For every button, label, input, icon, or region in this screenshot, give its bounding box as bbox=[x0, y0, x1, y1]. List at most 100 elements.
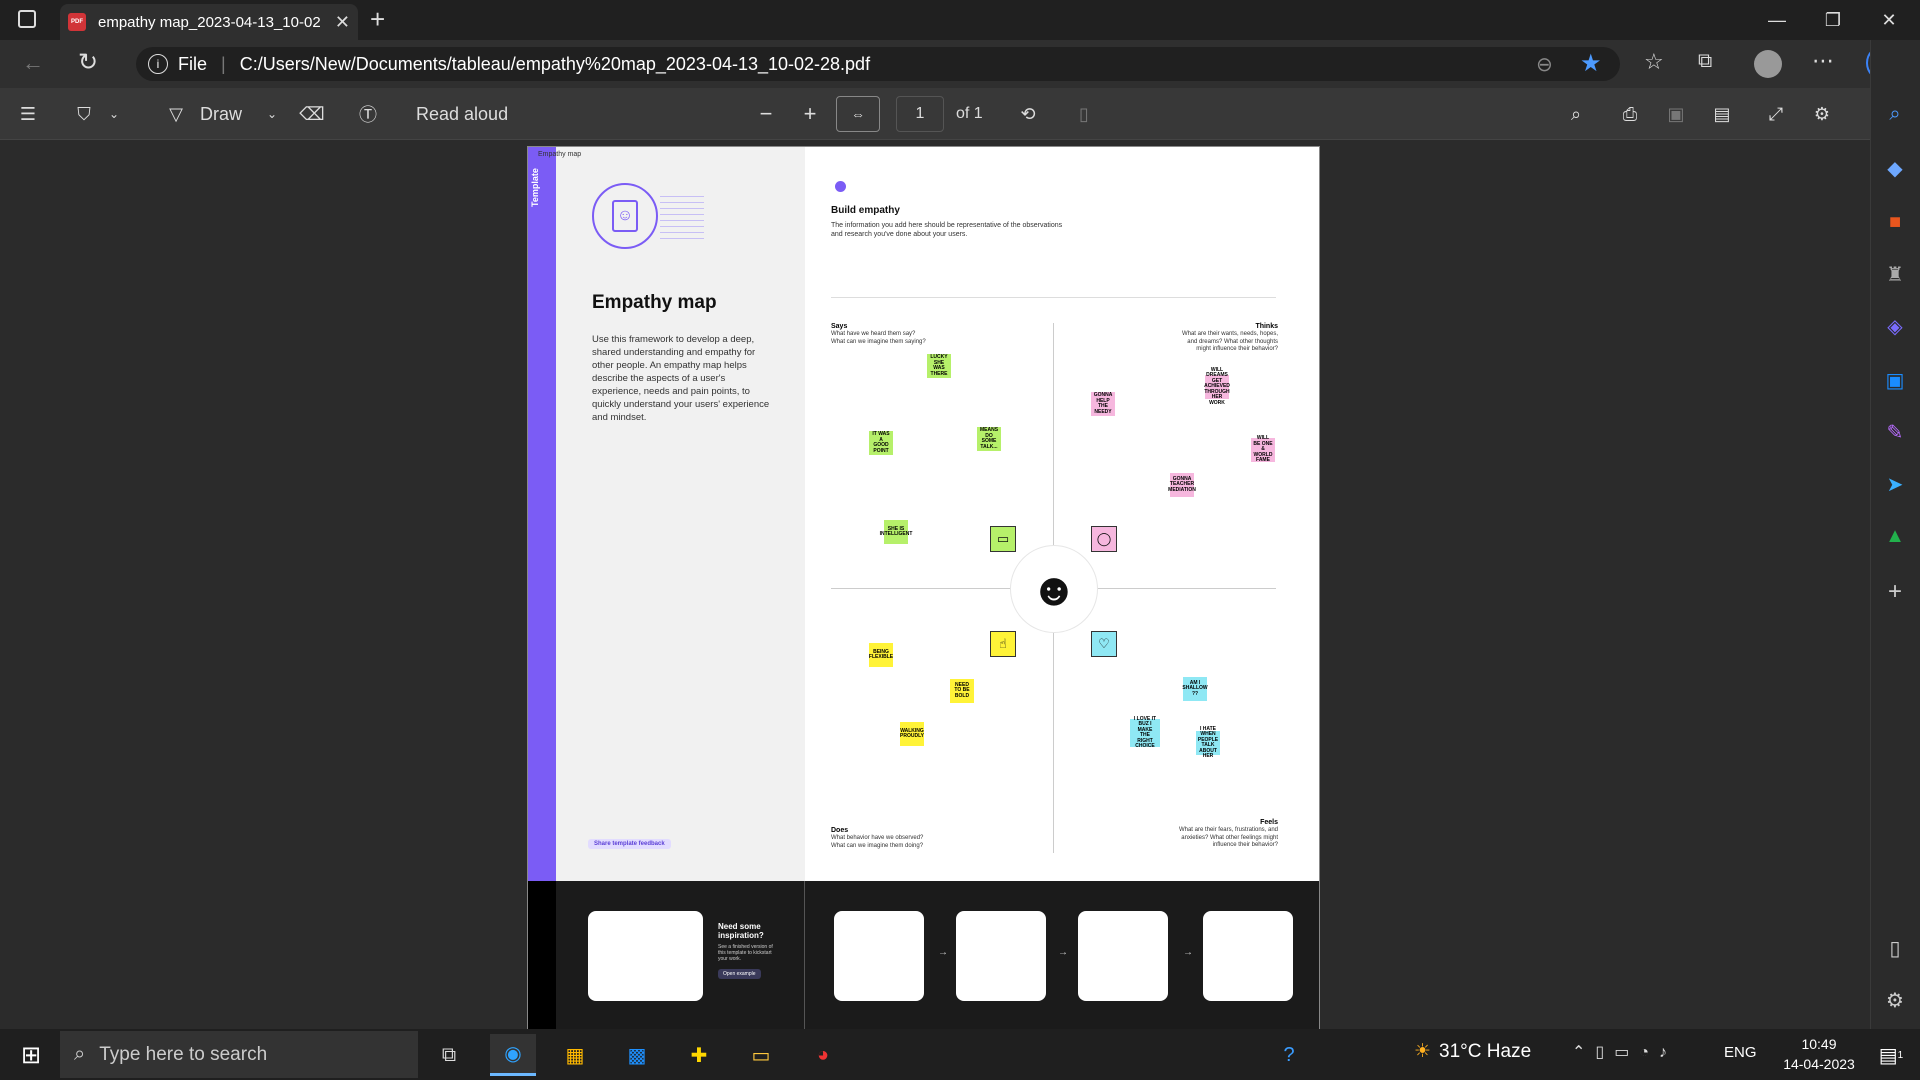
more-menu-icon[interactable]: ⋯ bbox=[1812, 48, 1834, 74]
sidebar-hide-icon[interactable]: ▯ bbox=[1870, 928, 1920, 968]
arrow-icon: → bbox=[938, 947, 948, 958]
taskbar-search[interactable]: ⌕ Type here to search bbox=[60, 1031, 418, 1078]
close-window-icon[interactable]: ✕ bbox=[1862, 0, 1916, 40]
page-description: Use this framework to develop a deep, sh… bbox=[592, 334, 770, 423]
read-aloud-button[interactable]: Read aloud bbox=[416, 100, 508, 128]
chrome-icon[interactable]: ◕ bbox=[800, 1034, 846, 1076]
draw-icon[interactable]: ▽ bbox=[164, 100, 188, 128]
sidebar-designer-icon[interactable]: ✎ bbox=[1870, 412, 1920, 452]
rotate-icon[interactable]: ⟲ bbox=[1014, 100, 1042, 128]
sticky-note: MEANS DO SOME TALK... bbox=[977, 427, 1001, 451]
address-field[interactable]: i File | C:/Users/New/Documents/tableau/… bbox=[136, 47, 1620, 81]
minimize-icon[interactable]: — bbox=[1750, 0, 1804, 40]
does-text: What behavior have we observed? What can… bbox=[831, 835, 924, 849]
store-icon[interactable]: ▦ bbox=[552, 1034, 598, 1076]
zoom-out-button[interactable]: − bbox=[754, 100, 778, 128]
pdf-page: Template Empathy map ☺ Empathy map Use t… bbox=[527, 146, 1320, 1030]
step-dot bbox=[835, 181, 846, 192]
myhp-icon[interactable]: ▩ bbox=[614, 1034, 660, 1076]
sticky-note: GONNA HELP THE NEEDY bbox=[1091, 392, 1115, 416]
info-icon[interactable]: i bbox=[148, 54, 168, 74]
draw-button[interactable]: Draw bbox=[200, 100, 242, 128]
task-view-icon[interactable]: ⧉ bbox=[426, 1034, 472, 1076]
search-icon: ⌕ bbox=[74, 1043, 86, 1065]
search-placeholder: Type here to search bbox=[99, 1043, 268, 1065]
highlight-dropdown-icon[interactable]: ⌄ bbox=[104, 100, 124, 128]
says-title: Says bbox=[831, 323, 848, 330]
collections-icon[interactable]: ⧉ bbox=[1698, 50, 1712, 73]
sidebar-outlook-icon[interactable]: ▣ bbox=[1870, 360, 1920, 400]
browser-tab[interactable]: PDF empathy map_2023-04-13_10-02 ✕ bbox=[60, 4, 358, 40]
draw-dropdown-icon[interactable]: ⌄ bbox=[262, 100, 282, 128]
says-label: Says What have we heard them say? What ca… bbox=[831, 323, 931, 346]
windows-start-icon[interactable]: ⊞ bbox=[8, 1034, 54, 1076]
sticky-note: GONNA TEACHER MEDIATION bbox=[1168, 473, 1196, 497]
close-tab-icon[interactable]: ✕ bbox=[335, 12, 350, 33]
new-tab-icon[interactable]: + bbox=[370, 4, 385, 35]
notification-center-icon[interactable]: ▤ 1 bbox=[1868, 1034, 1914, 1076]
save-as-icon[interactable]: ▤ bbox=[1708, 100, 1736, 128]
sidebar-games-icon[interactable]: ♜ bbox=[1870, 254, 1920, 294]
file-explorer-icon[interactable]: ▭ bbox=[738, 1034, 784, 1076]
example-thumbnail[interactable] bbox=[588, 911, 703, 1001]
template-tag: Template bbox=[530, 168, 540, 207]
clock[interactable]: 10:49 14-04-2023 bbox=[1774, 1034, 1864, 1074]
print-icon[interactable]: ⎙ bbox=[1616, 100, 1644, 128]
sidebar-office-icon[interactable]: ◈ bbox=[1870, 306, 1920, 346]
speech-bubble-icon: ▭ bbox=[990, 526, 1016, 552]
step-thumbnail-4 bbox=[1203, 911, 1293, 1001]
wave-lines bbox=[660, 191, 704, 239]
page-title: Empathy map bbox=[592, 292, 717, 313]
sidebar-send-icon[interactable]: ➤ bbox=[1870, 464, 1920, 504]
feedback-button[interactable]: Share template feedback bbox=[588, 839, 671, 849]
step-thumbnail-2 bbox=[956, 911, 1046, 1001]
save-icon[interactable]: ▣ bbox=[1662, 100, 1690, 128]
sidebar-tools-icon[interactable]: ■ bbox=[1870, 202, 1920, 242]
sticky-note: WILL DREAMS GET ACHIEVED THROUGH HER WOR… bbox=[1204, 366, 1230, 406]
erase-icon[interactable]: ⌫ bbox=[298, 100, 326, 128]
favorites-icon[interactable]: ☆ bbox=[1644, 49, 1664, 75]
contents-icon[interactable]: ☰ bbox=[14, 100, 42, 128]
sticky-note: AM I SHALLOW ?? bbox=[1182, 677, 1208, 701]
favorite-star-icon[interactable]: ★ bbox=[1580, 49, 1602, 78]
page-view-icon[interactable]: ▯ bbox=[1070, 100, 1098, 128]
help-icon[interactable]: ? bbox=[1266, 1034, 1312, 1076]
sidebar-settings-icon[interactable]: ⚙ bbox=[1870, 980, 1920, 1020]
highlight-icon[interactable]: ⛉ bbox=[70, 100, 98, 128]
edge-taskbar-icon[interactable]: ◉ bbox=[490, 1034, 536, 1076]
refresh-icon[interactable]: ↻ bbox=[78, 48, 98, 77]
sticky-note: WILL BE ONE & WORLD FAME bbox=[1251, 436, 1275, 463]
does-label: Does What behavior have we observed? What… bbox=[831, 827, 931, 850]
system-tray-icons[interactable]: ⌃▯▭◔♪ bbox=[1572, 1042, 1677, 1062]
tab-actions-icon[interactable] bbox=[18, 10, 36, 28]
language-indicator[interactable]: ENG bbox=[1724, 1044, 1757, 1061]
open-example-button[interactable]: Open example bbox=[718, 969, 761, 979]
build-empathy-title: Build empathy bbox=[831, 205, 900, 216]
text-box-icon[interactable]: Ⓣ bbox=[354, 100, 382, 128]
build-empathy-text: The information you add here should be r… bbox=[831, 222, 1063, 238]
zoom-out-icon[interactable]: ⊖ bbox=[1536, 52, 1553, 77]
sidebar-search-icon[interactable]: ⌕ bbox=[1870, 94, 1920, 134]
sticky-note: BEING FLEXIBLE bbox=[869, 643, 893, 667]
restore-icon[interactable]: ❐ bbox=[1806, 0, 1860, 40]
zoom-in-button[interactable]: + bbox=[798, 100, 822, 128]
sun-haze-icon: ☀ bbox=[1414, 1041, 1432, 1062]
template-illustration: ☺ bbox=[592, 183, 658, 249]
says-text: What have we heard them say? What can we… bbox=[831, 331, 926, 345]
page-number-input[interactable]: 1 bbox=[896, 96, 944, 132]
thinks-label: Thinks What are their wants, needs, hopes… bbox=[1178, 323, 1278, 353]
find-icon[interactable]: ⌕ bbox=[1562, 100, 1590, 128]
app-icon[interactable]: ✚ bbox=[676, 1034, 722, 1076]
feels-label: Feels What are their fears, frustrations,… bbox=[1178, 819, 1278, 849]
profile-avatar[interactable] bbox=[1754, 50, 1782, 78]
weather-widget[interactable]: ☀ 31°C Haze bbox=[1414, 1040, 1531, 1063]
sticky-note: WALKING PROUDLY bbox=[900, 722, 924, 746]
pdf-settings-icon[interactable]: ⚙ bbox=[1808, 100, 1836, 128]
sidebar-shopping-icon[interactable]: ◆ bbox=[1870, 148, 1920, 188]
fullscreen-icon[interactable]: ⤢ bbox=[1762, 100, 1790, 128]
sidebar-add-icon[interactable]: + bbox=[1870, 572, 1920, 612]
inspiration-title: Need some inspiration? bbox=[718, 922, 764, 940]
back-icon[interactable]: ← bbox=[22, 50, 44, 76]
fit-to-width-icon[interactable]: ⇔ bbox=[836, 96, 880, 132]
sidebar-tree-icon[interactable]: ▲ bbox=[1870, 516, 1920, 556]
